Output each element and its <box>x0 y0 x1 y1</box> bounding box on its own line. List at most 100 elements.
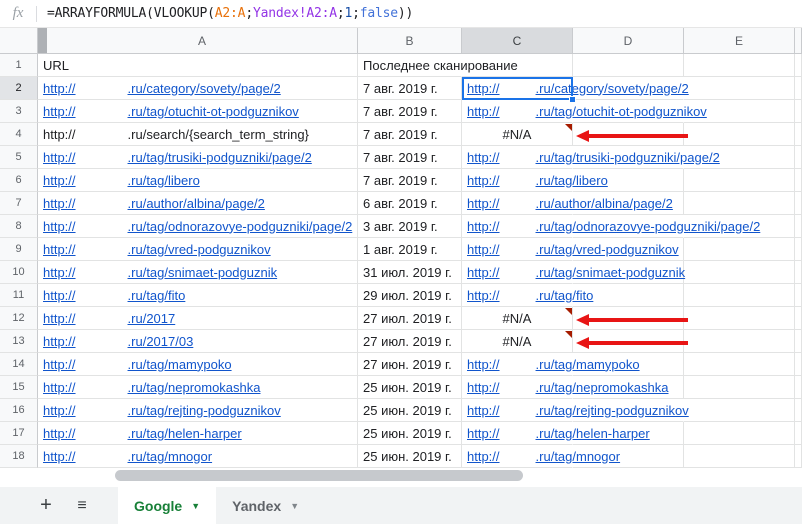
row-number[interactable]: 9 <box>0 238 38 261</box>
cell-url[interactable]: http:// .ru/tag/vred-podguznikov <box>38 238 358 261</box>
url-scheme[interactable]: http:// <box>43 403 76 418</box>
cell-url[interactable]: http:// .ru/2017 <box>38 307 358 330</box>
url-scheme[interactable]: http:// <box>467 196 500 211</box>
cell-result-url[interactable]: http://.ru/tag/vred-podguznikov <box>462 238 573 261</box>
url-scheme[interactable]: http:// <box>467 219 500 234</box>
url-path[interactable]: .ru/tag/nepromokashka <box>536 380 669 395</box>
url-path[interactable]: .ru/tag/otuchit-ot-podguznikov <box>128 104 299 119</box>
cell-url[interactable]: http://.ru/tag/odnorazovye-podguzniki/pa… <box>38 215 358 238</box>
cell-empty[interactable] <box>684 353 795 376</box>
url-scheme[interactable]: http:// <box>43 265 76 280</box>
url-path[interactable]: .ru/tag/rejting-podguznikov <box>536 403 689 418</box>
url-path[interactable]: .ru/tag/fito <box>536 288 594 303</box>
url-path[interactable]: .ru/tag/helen-harper <box>536 426 650 441</box>
cell-date[interactable]: 25 июн. 2019 г. <box>358 399 462 422</box>
url-scheme[interactable]: http:// <box>43 380 76 395</box>
fill-handle[interactable] <box>569 96 576 103</box>
cell-result-url[interactable]: http://.ru/tag/nepromokashka <box>462 376 573 399</box>
cell-empty[interactable] <box>684 376 795 399</box>
url-scheme[interactable]: http:// <box>467 357 500 372</box>
na-error-cell[interactable]: #N/A <box>462 330 573 353</box>
url-path[interactable]: .ru/2017/03 <box>128 334 194 349</box>
na-error-cell[interactable]: #N/A <box>462 123 573 146</box>
url-path[interactable]: .ru/tag/vred-podguznikov <box>128 242 271 257</box>
url-scheme[interactable]: http:// <box>43 81 76 96</box>
url-path[interactable]: .ru/tag/trusiki-podguzniki/page/2 <box>536 150 720 165</box>
cell-result-url[interactable]: http://.ru/tag/mnogor <box>462 445 573 468</box>
cell-empty[interactable] <box>684 445 795 468</box>
url-scheme[interactable]: http:// <box>43 449 76 464</box>
url-path[interactable]: .ru/tag/fito <box>128 288 186 303</box>
url-path[interactable]: .ru/tag/snimaet-podguznik <box>536 265 686 280</box>
tab-dropdown-icon[interactable]: ▼ <box>191 501 200 511</box>
cell-empty[interactable] <box>684 238 795 261</box>
row-number[interactable]: 10 <box>0 261 38 284</box>
cell-url[interactable]: http://.ru/tag/nepromokashka <box>38 376 358 399</box>
cell-empty[interactable] <box>684 192 795 215</box>
sheet-tab-yandex[interactable]: Yandex ▼ <box>216 487 315 524</box>
cell-empty[interactable] <box>684 284 795 307</box>
cell-url[interactable]: http://.ru/tag/trusiki-podguzniki/page/2 <box>38 146 358 169</box>
url-path[interactable]: .ru/tag/snimaet-podguznik <box>128 265 278 280</box>
cell-result-url[interactable]: http://.ru/tag/helen-harper <box>462 422 573 445</box>
url-scheme[interactable]: http:// <box>467 426 500 441</box>
url-scheme[interactable]: http:// <box>43 311 76 326</box>
cell-date[interactable]: 25 июн. 2019 г. <box>358 376 462 399</box>
cell-date[interactable]: 7 авг. 2019 г. <box>358 123 462 146</box>
url-scheme[interactable]: http:// <box>43 357 76 372</box>
cell-url[interactable]: http:// .ru/tag/fito <box>38 284 358 307</box>
url-scheme[interactable]: http:// <box>467 173 500 188</box>
cell-date[interactable]: 27 июл. 2019 г. <box>358 307 462 330</box>
cell-url[interactable]: http://.ru/tag/mnogor <box>38 445 358 468</box>
cell-date[interactable]: 7 авг. 2019 г. <box>358 100 462 123</box>
all-sheets-button[interactable]: ≡ <box>68 492 96 520</box>
url-scheme[interactable]: http:// <box>43 150 76 165</box>
cell-scan-header[interactable]: Последнее сканирование <box>358 54 462 77</box>
cell-url[interactable]: http://.ru/search/{search_term_string} <box>38 123 358 146</box>
url-path[interactable]: .ru/tag/helen-harper <box>128 426 242 441</box>
cell-url[interactable]: http://.ru/author/albina/page/2 <box>38 192 358 215</box>
url-scheme[interactable]: http:// <box>43 288 76 303</box>
url-scheme[interactable]: http:// <box>43 334 76 349</box>
column-header-a[interactable]: A <box>47 28 358 54</box>
url-scheme[interactable]: http:// <box>467 104 500 119</box>
cell-result-url[interactable]: http://.ru/category/sovety/page/2 <box>462 77 573 100</box>
url-scheme[interactable]: http:// <box>43 196 76 211</box>
cell-url[interactable]: http://.ru/tag/rejting-podguznikov <box>38 399 358 422</box>
url-path[interactable]: .ru/category/sovety/page/2 <box>536 81 689 96</box>
url-path[interactable]: .ru/tag/odnorazovye-podguzniki/page/2 <box>128 219 353 234</box>
cell-url-header[interactable]: URL <box>38 54 358 77</box>
url-scheme[interactable]: http:// <box>43 242 76 257</box>
cell-date[interactable]: 29 июл. 2019 г. <box>358 284 462 307</box>
url-scheme[interactable]: http:// <box>467 81 500 96</box>
cell-date[interactable]: 27 июн. 2019 г. <box>358 353 462 376</box>
url-path[interactable]: .ru/category/sovety/page/2 <box>128 81 281 96</box>
url-scheme[interactable]: http:// <box>467 449 500 464</box>
row-number[interactable]: 11 <box>0 284 38 307</box>
cell-empty[interactable] <box>684 77 795 100</box>
cell-date[interactable]: 6 авг. 2019 г. <box>358 192 462 215</box>
row-number[interactable]: 3 <box>0 100 38 123</box>
row-number[interactable]: 1 <box>0 54 38 77</box>
url-scheme[interactable]: http:// <box>43 104 76 119</box>
url-path[interactable]: .ru/tag/odnorazovye-podguzniki/page/2 <box>536 219 761 234</box>
cell-result-url[interactable]: http://.ru/tag/rejting-podguznikov <box>462 399 573 422</box>
horizontal-scrollbar[interactable] <box>115 470 523 481</box>
cell-date[interactable]: 25 июн. 2019 г. <box>358 445 462 468</box>
na-error-cell[interactable]: #N/A <box>462 307 573 330</box>
formula-input[interactable]: =ARRAYFORMULA(VLOOKUP(A2:A;Yandex!A2:A;1… <box>47 6 413 21</box>
cell-empty[interactable] <box>684 123 795 146</box>
cell-date[interactable]: 7 авг. 2019 г. <box>358 77 462 100</box>
column-header-e[interactable]: E <box>684 28 795 54</box>
url-scheme[interactable]: http:// <box>467 150 500 165</box>
url-path[interactable]: .ru/tag/libero <box>128 173 200 188</box>
cell-result-url[interactable]: http://.ru/tag/odnorazovye-podguzniki/pa… <box>462 215 573 238</box>
row-number[interactable]: 14 <box>0 353 38 376</box>
cell-url[interactable]: http:// .ru/tag/otuchit-ot-podguznikov <box>38 100 358 123</box>
row-number[interactable]: 12 <box>0 307 38 330</box>
url-path[interactable]: .ru/2017 <box>128 311 176 326</box>
url-path[interactable]: .ru/tag/mamypoko <box>536 357 640 372</box>
url-path[interactable]: .ru/tag/mamypoko <box>128 357 232 372</box>
cell-url[interactable]: http://.ru/tag/helen-harper <box>38 422 358 445</box>
cell-date[interactable]: 25 июн. 2019 г. <box>358 422 462 445</box>
